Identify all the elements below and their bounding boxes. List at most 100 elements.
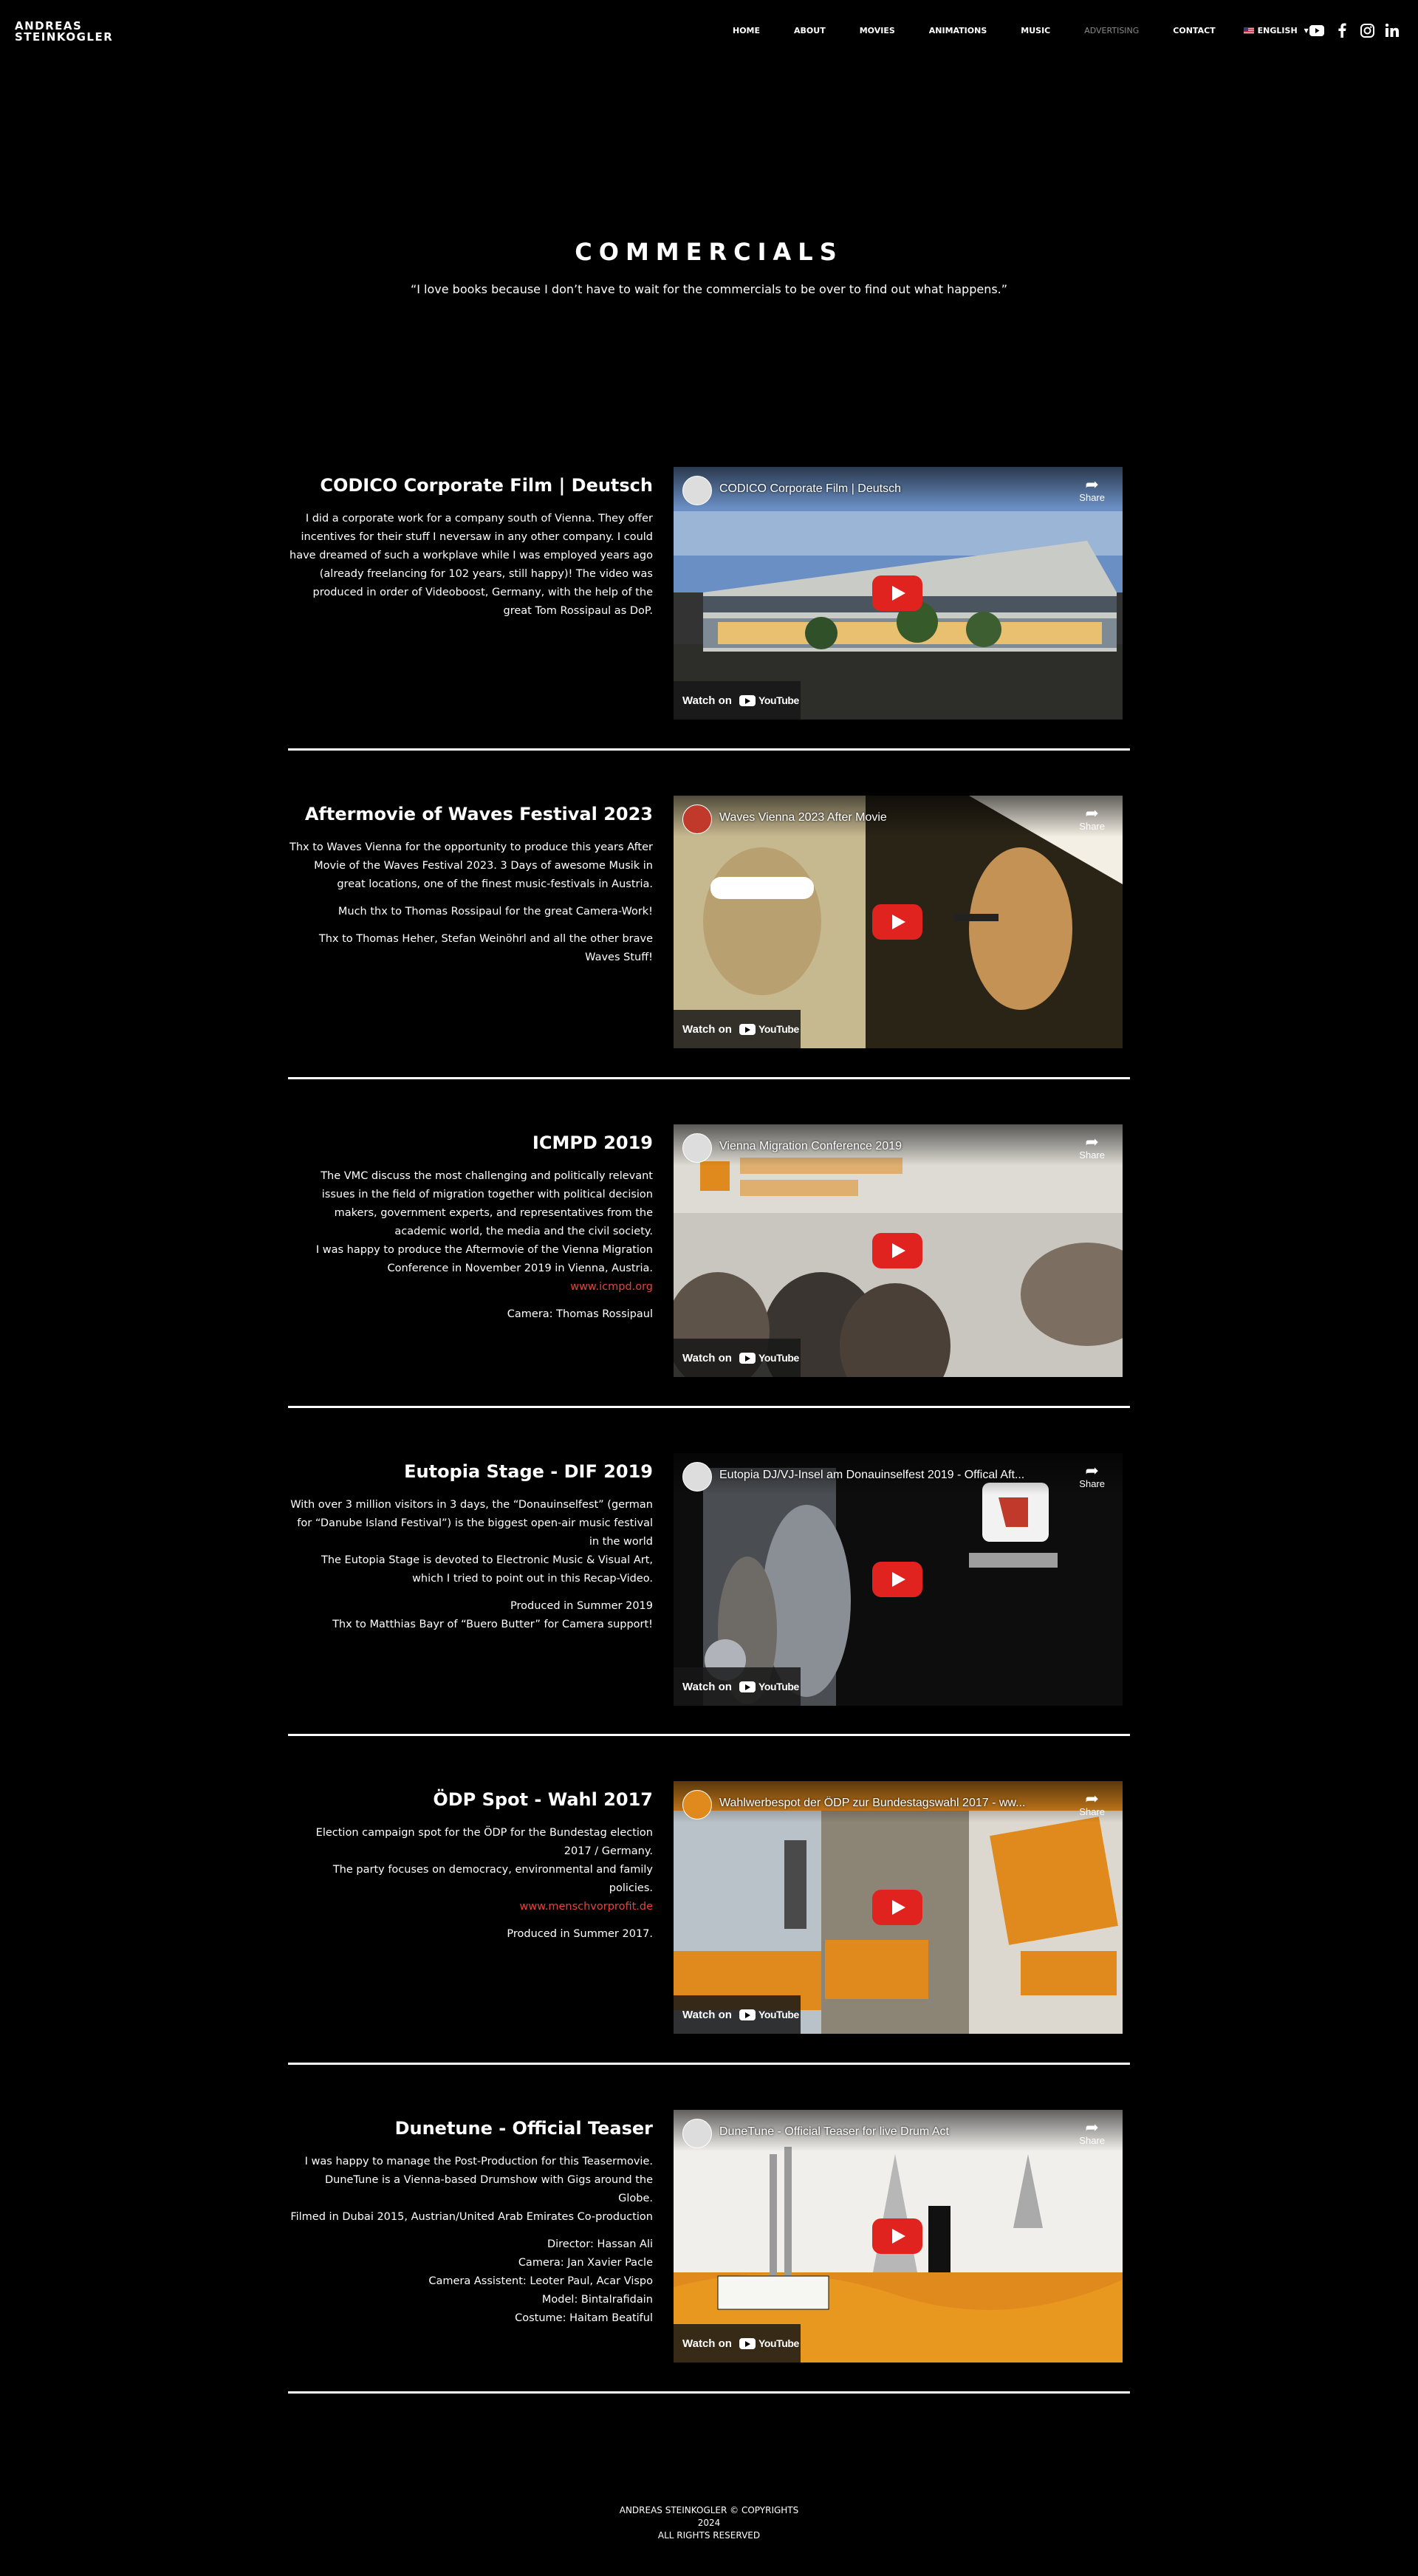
- channel-avatar[interactable]: [682, 2119, 712, 2148]
- nav-advertising[interactable]: ADVERTISING: [1084, 26, 1139, 35]
- section-divider: [288, 2063, 1130, 2065]
- section-title: CODICO Corporate Film | Deutsch: [320, 475, 653, 496]
- linkedin-icon[interactable]: [1385, 23, 1400, 38]
- nav-music[interactable]: MUSIC: [1021, 26, 1050, 35]
- youtube-label: YouTube: [758, 2009, 799, 2020]
- section-link[interactable]: www.menschvorprofit.de: [288, 1898, 654, 1916]
- channel-avatar[interactable]: [682, 476, 712, 505]
- section-paragraph: Thx to Thomas Heher, Stefan Weinöhrl and…: [318, 933, 653, 963]
- video-title[interactable]: Waves Vienna 2023 After Movie: [719, 811, 1066, 824]
- share-icon: ➦: [1085, 804, 1099, 822]
- youtube-label: YouTube: [758, 1023, 799, 1035]
- watch-on-label: Watch on: [682, 1680, 732, 1693]
- nav-home[interactable]: HOME: [733, 26, 760, 35]
- section-paragraph: Thx to Matthias Bayr of “Buero Butter” f…: [332, 1619, 653, 1630]
- watch-on-youtube-button[interactable]: Watch on YouTube: [674, 681, 801, 720]
- section-paragraph: Camera Assistent: Leoter Paul, Acar Visp…: [428, 2275, 653, 2287]
- share-label: Share: [1079, 821, 1105, 832]
- nav-movies[interactable]: MOVIES: [860, 26, 895, 35]
- section-paragraph: Director: Hassan Ali: [547, 2238, 653, 2250]
- commercial-section: Dunetune - Official Teaser I was happy t…: [288, 2110, 1130, 2435]
- play-button[interactable]: [872, 1562, 922, 1597]
- youtube-label: YouTube: [758, 1681, 799, 1692]
- section-title: Eutopia Stage - DIF 2019: [404, 1461, 653, 1482]
- watch-on-youtube-button[interactable]: Watch on YouTube: [674, 2324, 801, 2363]
- site-logo[interactable]: ANDREAS STEINKOGLER: [15, 21, 113, 43]
- youtube-embed[interactable]: Waves Vienna 2023 After Movie ➦ Share Wat…: [674, 796, 1123, 1048]
- us-flag-icon: [1243, 27, 1254, 34]
- share-label: Share: [1079, 2135, 1105, 2146]
- youtube-logo-icon: YouTube: [739, 2009, 799, 2020]
- share-button[interactable]: ➦ Share: [1079, 475, 1105, 504]
- youtube-embed[interactable]: Wahlwerbespot der ÖDP zur Bundestagswahl…: [674, 1781, 1123, 2034]
- watch-on-label: Watch on: [682, 1351, 732, 1364]
- youtube-icon[interactable]: [1309, 23, 1324, 38]
- play-button[interactable]: [872, 904, 922, 940]
- share-label: Share: [1079, 1806, 1105, 1817]
- share-icon: ➦: [1085, 1789, 1099, 1808]
- youtube-embed[interactable]: CODICO Corporate Film | Deutsch ➦ Share W…: [674, 467, 1123, 720]
- section-text: CODICO Corporate Film | Deutsch I did a …: [288, 467, 653, 629]
- youtube-embed[interactable]: DuneTune - Official Teaser for live Drum…: [674, 2110, 1123, 2363]
- section-paragraph: With over 3 million visitors in 3 days, …: [290, 1499, 653, 1548]
- play-button[interactable]: [872, 2218, 922, 2254]
- section-text: ÖDP Spot - Wahl 2017 Election campaign s…: [288, 1781, 653, 1953]
- share-button[interactable]: ➦ Share: [1079, 804, 1105, 833]
- video-title[interactable]: DuneTune - Official Teaser for live Drum…: [719, 2125, 1066, 2139]
- watch-on-label: Watch on: [682, 694, 732, 707]
- youtube-logo-icon: YouTube: [739, 694, 799, 706]
- youtube-logo-icon: YouTube: [739, 1681, 799, 1692]
- section-paragraph: I was happy to manage the Post-Productio…: [304, 2156, 653, 2204]
- youtube-logo-icon: YouTube: [739, 1352, 799, 1364]
- footer-rights: ALL RIGHTS RESERVED: [657, 2530, 761, 2541]
- section-paragraph: The party focuses on democracy, environm…: [332, 1864, 653, 1894]
- video-title[interactable]: CODICO Corporate Film | Deutsch: [719, 482, 1066, 496]
- share-button[interactable]: ➦ Share: [1079, 1134, 1105, 1161]
- language-selector[interactable]: ENGLISH ▼: [1243, 26, 1309, 35]
- video-title[interactable]: Eutopia DJ/VJ-Insel am Donauinselfest 20…: [719, 1469, 1066, 1482]
- language-label: ENGLISH: [1257, 26, 1298, 35]
- commercial-section: Eutopia Stage - DIF 2019 With over 3 mil…: [288, 1453, 1130, 1778]
- youtube-embed[interactable]: Vienna Migration Conference 2019 ➦ Share …: [674, 1124, 1123, 1377]
- section-paragraph: The Eutopia Stage is devoted to Electron…: [321, 1554, 653, 1585]
- section-paragraph: Much thx to Thomas Rossipaul for the gre…: [338, 906, 653, 918]
- section-title: ICMPD 2019: [532, 1132, 653, 1153]
- watch-on-youtube-button[interactable]: Watch on YouTube: [674, 1995, 801, 2034]
- youtube-embed[interactable]: Eutopia DJ/VJ-Insel am Donauinselfest 20…: [674, 1453, 1123, 1706]
- video-title[interactable]: Vienna Migration Conference 2019: [719, 1140, 1066, 1153]
- instagram-icon[interactable]: [1360, 23, 1374, 38]
- play-button[interactable]: [872, 575, 922, 611]
- nav-animations[interactable]: ANIMATIONS: [929, 26, 987, 35]
- nav-contact[interactable]: CONTACT: [1173, 26, 1215, 35]
- channel-avatar[interactable]: [682, 1133, 712, 1163]
- channel-avatar[interactable]: [682, 1462, 712, 1492]
- section-paragraph: Camera: Jan Xavier Pacle: [518, 2257, 653, 2269]
- facebook-icon[interactable]: [1335, 23, 1349, 38]
- play-button[interactable]: [872, 1233, 922, 1268]
- youtube-logo-icon: YouTube: [739, 1023, 799, 1035]
- channel-avatar[interactable]: [682, 1790, 712, 1820]
- play-button[interactable]: [872, 1890, 922, 1925]
- site-header: ANDREAS STEINKOGLER HOME ABOUT MOVIES AN…: [0, 0, 1418, 62]
- logo-line-2: STEINKOGLER: [15, 30, 114, 44]
- watch-on-youtube-button[interactable]: Watch on YouTube: [674, 1667, 801, 1706]
- watch-on-youtube-button[interactable]: Watch on YouTube: [674, 1010, 801, 1048]
- share-button[interactable]: ➦ Share: [1079, 2119, 1105, 2147]
- commercial-section: Aftermovie of Waves Festival 2023 Thx to…: [288, 796, 1130, 1121]
- footer-year: 2024: [697, 2518, 721, 2528]
- share-icon: ➦: [1085, 475, 1099, 493]
- section-paragraph: Produced in Summer 2017.: [507, 1928, 653, 1940]
- video-title[interactable]: Wahlwerbespot der ÖDP zur Bundestagswahl…: [719, 1797, 1066, 1810]
- channel-avatar[interactable]: [682, 804, 712, 834]
- section-title: Aftermovie of Waves Festival 2023: [304, 804, 653, 824]
- share-button[interactable]: ➦ Share: [1079, 1461, 1105, 1490]
- section-link[interactable]: www.icmpd.org: [288, 1278, 653, 1296]
- section-text: Eutopia Stage - DIF 2019 With over 3 mil…: [288, 1453, 653, 1643]
- youtube-label: YouTube: [758, 694, 799, 706]
- nav-about[interactable]: ABOUT: [794, 26, 826, 35]
- watch-on-youtube-button[interactable]: Watch on YouTube: [674, 1339, 801, 1377]
- social-links: [1309, 23, 1400, 38]
- watch-on-label: Watch on: [682, 2008, 732, 2021]
- share-icon: ➦: [1085, 1461, 1099, 1480]
- share-button[interactable]: ➦ Share: [1079, 1789, 1105, 1818]
